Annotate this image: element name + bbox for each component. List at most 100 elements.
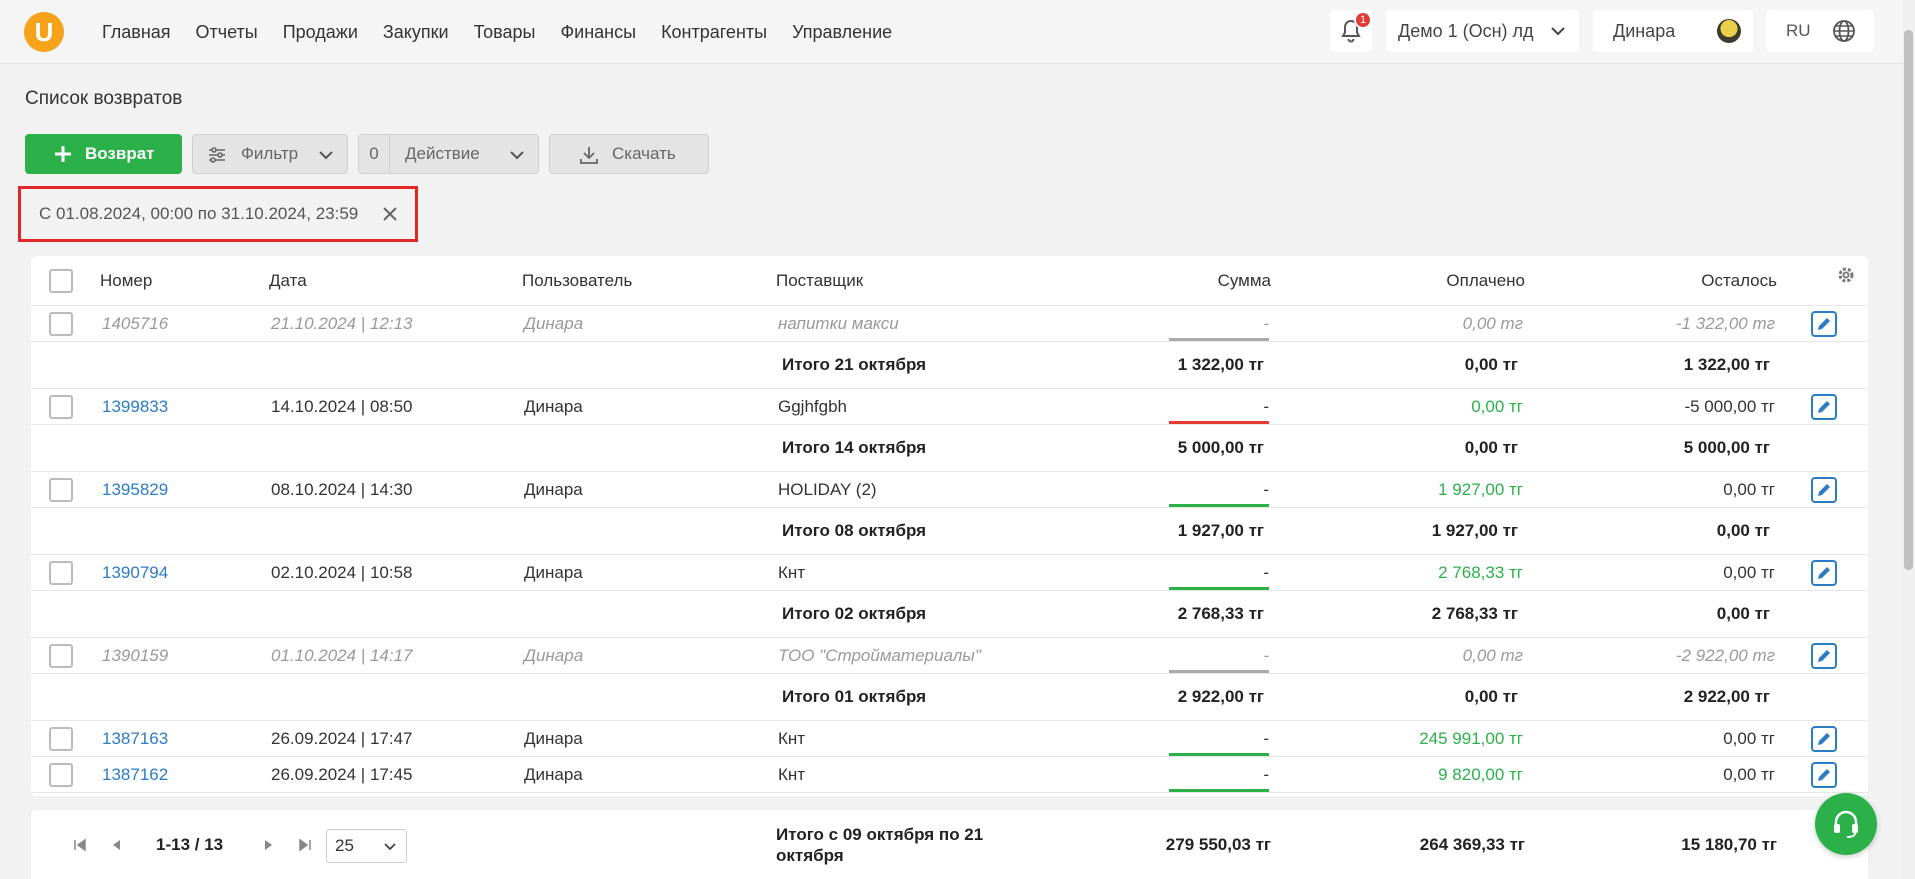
row-checkbox[interactable]: [49, 477, 73, 502]
col-paid[interactable]: Оплачено: [1281, 256, 1525, 305]
row-user: Динара: [524, 562, 583, 582]
nav-item-reports[interactable]: Отчеты: [196, 22, 258, 43]
notifications-button[interactable]: 1: [1330, 10, 1372, 52]
row-remaining: 0,00 тг: [1723, 479, 1775, 499]
app-logo[interactable]: U: [24, 12, 64, 52]
row-checkbox[interactable]: [49, 311, 73, 336]
row-sum: -: [1263, 313, 1269, 333]
row-paid: 0,00 тг: [1462, 313, 1523, 333]
nav-item-sales[interactable]: Продажи: [283, 22, 358, 43]
close-icon[interactable]: [381, 205, 399, 223]
nav-item-goods[interactable]: Товары: [474, 22, 536, 43]
row-remaining: -2 922,00 тг: [1675, 645, 1775, 665]
row-remaining: -1 322,00 тг: [1675, 313, 1775, 333]
row-supplier: напитки макси: [778, 313, 899, 333]
nav-item-counterparties[interactable]: Контрагенты: [661, 22, 767, 43]
col-sum[interactable]: Сумма: [1031, 256, 1271, 305]
row-date: 08.10.2024 | 14:30: [271, 479, 413, 499]
row-checkbox[interactable]: [49, 726, 73, 751]
pencil-icon: [1818, 732, 1830, 745]
row-paid: 2 768,33 тг: [1438, 562, 1523, 582]
edit-button[interactable]: [1811, 725, 1837, 752]
group-total-remaining: 2 922,00 тг: [1683, 687, 1770, 706]
row-number[interactable]: 1395829: [102, 472, 168, 507]
chevron-down-icon: [384, 843, 396, 851]
nav-item-management[interactable]: Управление: [792, 22, 892, 43]
col-user[interactable]: Пользователь: [522, 256, 632, 305]
nav-item-purchases[interactable]: Закупки: [383, 22, 449, 43]
footer-total-label: Итого с 09 октября по 21 октября: [776, 824, 984, 865]
col-number[interactable]: Номер: [100, 256, 152, 305]
chevron-down-icon: [1551, 27, 1565, 36]
row-checkbox[interactable]: [49, 560, 73, 585]
edit-button[interactable]: [1811, 310, 1837, 337]
language-code: RU: [1786, 21, 1811, 40]
group-total-sum: 2 768,33 тг: [1177, 604, 1264, 623]
page-size-value: 25: [335, 836, 354, 855]
row-checkbox[interactable]: [49, 762, 73, 787]
pencil-icon: [1818, 400, 1830, 413]
nav-item-home[interactable]: Главная: [102, 22, 171, 43]
edit-button[interactable]: [1811, 393, 1837, 420]
row-date: 02.10.2024 | 10:58: [271, 562, 413, 582]
row-sum: -: [1263, 764, 1269, 784]
col-supplier[interactable]: Поставщик: [776, 256, 863, 305]
row-number[interactable]: 1387163: [102, 721, 168, 756]
edit-button[interactable]: [1811, 559, 1837, 586]
filter-button[interactable]: Фильтр: [192, 134, 348, 174]
row-checkbox[interactable]: [49, 394, 73, 419]
row-paid: 9 820,00 тг: [1438, 764, 1523, 784]
row-supplier: ТОО "Стройматериалы": [778, 645, 981, 665]
row-number[interactable]: 1390794: [102, 555, 168, 590]
first-page-icon[interactable]: [72, 837, 88, 853]
row-user: Динара: [524, 728, 583, 748]
row-date: 14.10.2024 | 08:50: [271, 396, 413, 416]
chevron-down-icon: [319, 151, 333, 160]
col-date[interactable]: Дата: [269, 256, 307, 305]
download-button[interactable]: Скачать: [549, 134, 709, 174]
row-number[interactable]: 1399833: [102, 389, 168, 424]
row-status-bar: [1169, 670, 1269, 673]
user-name: Динара: [1613, 20, 1676, 41]
company-selector[interactable]: Демо 1 (Осн) лд: [1386, 10, 1579, 52]
gear-icon[interactable]: [1836, 265, 1856, 285]
group-total-sum: 1 322,00 тг: [1177, 355, 1264, 374]
row-sum: -: [1263, 479, 1269, 499]
download-label: Скачать: [612, 144, 676, 163]
edit-button[interactable]: [1811, 476, 1837, 503]
action-button[interactable]: 0 Действие: [358, 134, 539, 174]
next-page-icon[interactable]: [262, 837, 276, 853]
action-label: Действие: [405, 144, 480, 163]
select-all-checkbox[interactable]: [49, 268, 73, 293]
table-group-total: Итого 14 октября 5 000,00 тг 0,00 тг 5 000,…: [31, 425, 1868, 472]
col-remaining[interactable]: Осталось: [1531, 256, 1777, 305]
group-total-remaining: 5 000,00 тг: [1683, 438, 1770, 457]
group-total-sum: 1 927,00 тг: [1177, 521, 1264, 540]
row-number: 1390159: [102, 645, 169, 665]
prev-page-icon[interactable]: [109, 837, 123, 853]
user-menu[interactable]: Динара: [1593, 10, 1753, 52]
edit-button[interactable]: [1811, 642, 1837, 669]
row-status-bar: [1169, 338, 1269, 341]
sliders-icon: [209, 147, 225, 163]
page-size-select[interactable]: 25: [326, 829, 407, 863]
edit-button[interactable]: [1811, 761, 1837, 788]
table-row: 1390794 02.10.2024 | 10:58 Динара Кнт - 2 768…: [31, 555, 1868, 591]
last-page-icon[interactable]: [297, 837, 313, 853]
avatar: [1717, 19, 1741, 43]
pencil-icon: [1818, 768, 1830, 781]
language-selector[interactable]: RU: [1766, 10, 1874, 52]
nav-item-finance[interactable]: Финансы: [560, 22, 636, 43]
table-group-total: Итого 08 октября 1 927,00 тг 1 927,00 тг 0,…: [31, 508, 1868, 555]
row-checkbox[interactable]: [49, 643, 73, 668]
group-total-remaining: 0,00 тг: [1716, 604, 1770, 623]
table-row: 1405716 21.10.2024 | 12:13 Динара напитки м…: [31, 306, 1868, 342]
row-status-bar: [1169, 789, 1269, 792]
pencil-icon: [1818, 483, 1830, 496]
scrollbar-thumb[interactable]: [1904, 30, 1913, 570]
row-number[interactable]: 1387162: [102, 757, 168, 792]
pagination-range: 1-13 / 13: [156, 834, 224, 854]
support-chat-button[interactable]: [1815, 793, 1877, 855]
row-sum: -: [1263, 396, 1269, 416]
add-return-button[interactable]: Возврат: [25, 134, 182, 174]
